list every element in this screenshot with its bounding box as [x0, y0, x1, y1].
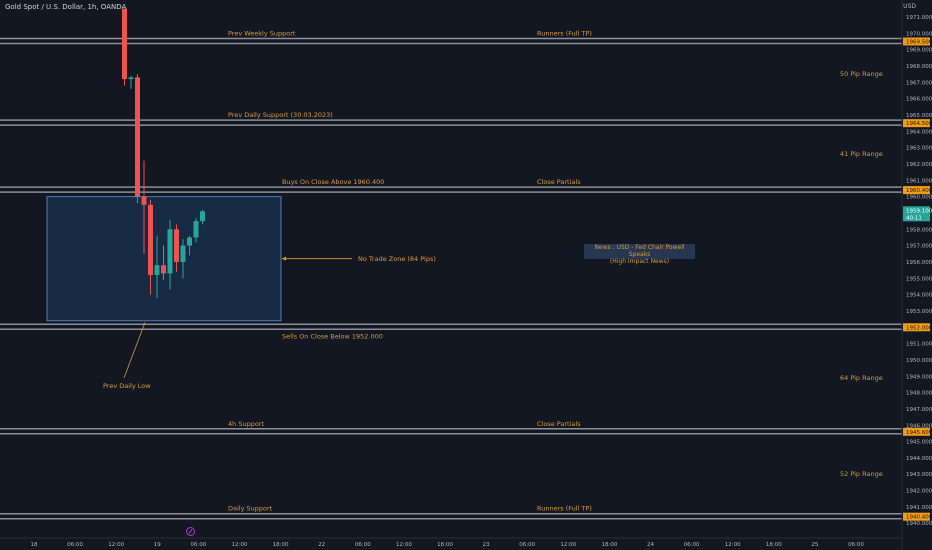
price-tick-label: 1963.000 [906, 146, 932, 152]
time-tick-label: 06:00 [67, 542, 83, 548]
price-tick-label: 1943.000 [906, 472, 932, 478]
price-tick-label: 1953.000 [906, 309, 932, 315]
candle-body [174, 229, 179, 262]
last-price-label: 1959.100 [906, 208, 932, 214]
price-tick-label: 1944.000 [906, 456, 932, 462]
price-tick-label: 1962.000 [906, 162, 932, 168]
level-label: Buys On Close Above 1960.400 [282, 178, 384, 186]
time-tick-label: 18:00 [437, 542, 453, 548]
time-tick-label: 12:00 [108, 542, 124, 548]
time-tick-label: 06:00 [848, 542, 864, 548]
price-tick-label: 1945.000 [906, 440, 932, 446]
news-line-2: (High Impact News) [609, 258, 670, 265]
time-tick-label: 06:00 [355, 542, 371, 548]
price-tag-label: 1952.000 [906, 325, 932, 331]
level-label: Prev Daily Support (30.03.2023) [228, 111, 333, 119]
price-tick-label: 1941.000 [906, 505, 932, 511]
price-tick-label: 1955.000 [906, 276, 932, 282]
time-tick-label: 18:00 [601, 542, 617, 548]
time-tick-label: 12:00 [396, 542, 412, 548]
candle-body [180, 245, 186, 262]
price-tag-label: 1964.500 [906, 121, 932, 127]
price-tag-label: 1969.500 [906, 39, 932, 45]
prev-daily-low-leader [123, 322, 146, 379]
price-axis: 1971.000 1970.000 1969.000 1968.000 1967.000… [901, 0, 932, 550]
price-tick-label: 1948.000 [906, 391, 932, 397]
candle-body [167, 229, 173, 274]
price-tick-label: 1971.000 [906, 15, 932, 21]
level-label: Daily Support [228, 505, 273, 513]
candle-body [200, 211, 205, 222]
level-label: Sells On Close Below 1952.000 [282, 332, 383, 340]
news-line-1: News : USD - Fed Chair Powell Speaks [594, 244, 685, 258]
price-tick-label: 1958.000 [906, 227, 932, 233]
pip-range-label: 52 Pip Range [840, 470, 883, 478]
time-tick-label: 25 [811, 542, 818, 548]
price-tick-label: 1957.000 [906, 244, 932, 250]
level-label: 4h Support [228, 420, 264, 428]
price-tick-label: 1966.000 [906, 97, 932, 103]
price-tag-label: 1945.600 [906, 430, 932, 436]
price-tick-label: 1967.000 [906, 80, 932, 86]
time-tick-label: 24 [647, 542, 654, 548]
price-tick-label: 1940.000 [906, 521, 932, 527]
currency-label: USD [903, 3, 916, 10]
price-tick-label: 1954.000 [906, 293, 932, 299]
symbol-title[interactable]: Gold Spot / U.S. Dollar, 1h, OANDA [5, 3, 126, 11]
time-tick-label: 18 [31, 542, 38, 548]
time-tick-label: 22 [318, 542, 325, 548]
price-tag-label: 1960.400 [906, 188, 932, 194]
news-note[interactable]: News : USD - Fed Chair Powell Speaks (Hi… [584, 244, 695, 265]
price-tick-label: 1969.000 [906, 48, 932, 54]
price-tick-label: 1956.000 [906, 260, 932, 266]
no-trade-zone-label: No Trade Zone (84 Pips) [358, 255, 436, 263]
time-tick-label: 19 [154, 542, 161, 548]
time-tick-label: 18:00 [273, 542, 289, 548]
level-label: Prev Weekly Support [228, 29, 296, 37]
level-label-secondary: Runners (Full TP) [537, 505, 592, 513]
price-chart[interactable]: Prev Weekly Support Runners (Full TP) Prev… [0, 0, 932, 550]
price-tick-label: 1968.000 [906, 64, 932, 70]
time-tick-label: 06:00 [519, 542, 535, 548]
price-tick-label: 1964.000 [906, 129, 932, 135]
level-label-secondary: Runners (Full TP) [537, 29, 592, 37]
arrow-head-icon [282, 256, 286, 261]
time-tick-label: 12:00 [725, 542, 741, 548]
candle-body [122, 8, 127, 80]
countdown-label: 40:11 [906, 215, 922, 221]
event-flag-icon[interactable] [186, 527, 195, 536]
price-tick-label: 1960.000 [906, 195, 932, 201]
level-label-secondary: Close Partials [537, 420, 581, 428]
candle-body [187, 237, 192, 246]
candle-body [128, 77, 134, 80]
time-tick-label: 23 [483, 542, 490, 548]
price-tick-label: 1961.000 [906, 178, 932, 184]
price-tick-label: 1965.000 [906, 113, 932, 119]
candle-body [135, 77, 140, 197]
price-tick-label: 1970.000 [906, 31, 932, 37]
level-label-secondary: Close Partials [537, 178, 581, 186]
candle-body [193, 221, 199, 238]
price-tag-label: 1940.400 [906, 515, 932, 521]
candle-body [161, 265, 166, 274]
candle-body [154, 265, 160, 276]
time-tick-label: 06:00 [684, 542, 700, 548]
time-tick-label: 12:00 [560, 542, 576, 548]
price-tick-label: 1942.000 [906, 489, 932, 495]
pip-range-label: 50 Pip Range [840, 70, 883, 78]
time-tick-label: 18:00 [766, 542, 782, 548]
price-tick-label: 1951.000 [906, 342, 932, 348]
time-tick-label: 06:00 [190, 542, 206, 548]
price-tick-label: 1947.000 [906, 407, 932, 413]
time-axis: 18 06:00 12:00 19 06:00 12:00 18:00 22 06:00 12:0… [0, 537, 902, 548]
prev-daily-low-label: Prev Daily Low [103, 382, 151, 390]
candle-body [148, 204, 153, 276]
candle-body [141, 196, 147, 205]
pip-range-label: 41 Pip Range [840, 150, 883, 158]
price-tick-label: 1949.000 [906, 374, 932, 380]
price-tick-label: 1950.000 [906, 358, 932, 364]
time-tick-label: 12:00 [232, 542, 248, 548]
pip-range-label: 64 Pip Range [840, 374, 883, 382]
